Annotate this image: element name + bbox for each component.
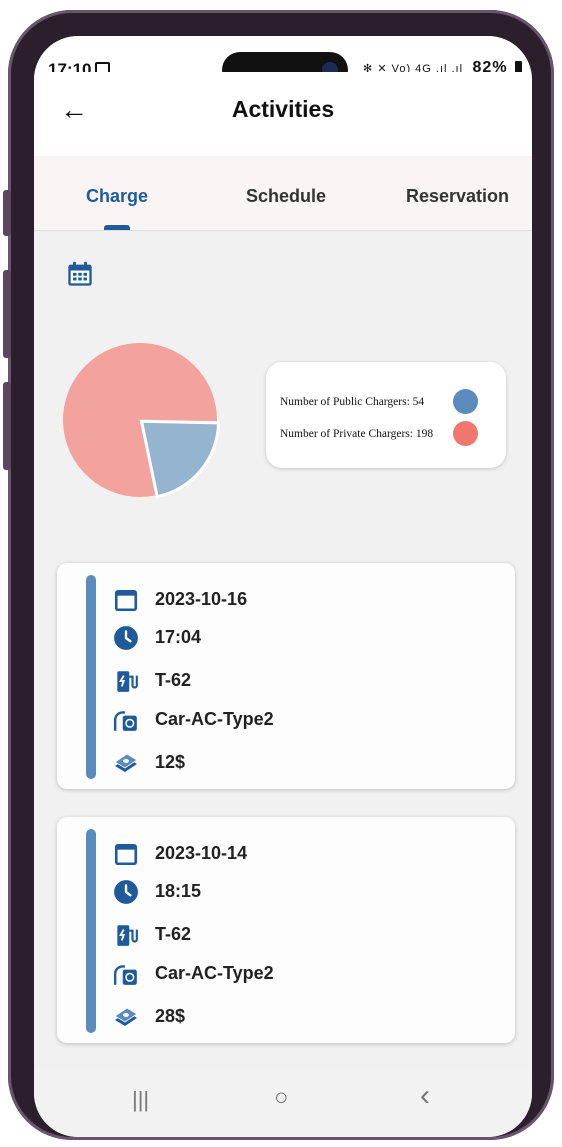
session-date: 2023-10-16 [155, 589, 248, 609]
session-cost: 28$ [155, 1006, 186, 1026]
page-title: Activities [231, 96, 335, 122]
session-date: 2023-10-14 [155, 843, 248, 863]
side-button [3, 190, 11, 236]
session-charger-row: T-62 [113, 922, 493, 950]
session-connector: Car-AC-Type2 [155, 709, 274, 729]
tab-charge[interactable]: Charge [86, 186, 148, 207]
clock-icon [114, 880, 138, 904]
tab-schedule[interactable]: Schedule [246, 186, 326, 207]
calendar-icon [114, 590, 138, 612]
tab-bar: Charge Schedule Reservation [34, 156, 532, 231]
session-cost-row: 12$ [113, 750, 493, 778]
session-connector-row: Car-AC-Type2 [113, 961, 493, 989]
card-accent-bar [86, 575, 96, 779]
tab-indicator [104, 225, 130, 230]
session-cost-row: 28$ [113, 1004, 493, 1032]
side-button [3, 270, 11, 358]
status-bar: 17:10 ✻ ✕ Vo) 4G .ıl .ıl 82% [34, 36, 532, 88]
session-charger-id: T-62 [155, 924, 192, 944]
session-card[interactable]: 2023-10-14 18:15 T-62 Car-AC-Type2 28$ [57, 817, 515, 1043]
session-date-row: 2023-10-14 [113, 841, 493, 869]
session-connector-row: Car-AC-Type2 [113, 707, 493, 735]
legend-public-dot [453, 389, 478, 414]
home-button[interactable]: ○ [274, 1084, 289, 1112]
screen: 17:10 ✻ ✕ Vo) 4G .ıl .ıl 82% ← Activitie… [34, 36, 532, 1137]
card-accent-bar [86, 829, 96, 1033]
chart-legend: Number of Public Chargers: 54 Number of … [266, 362, 506, 468]
ev-plug-icon [113, 965, 137, 985]
legend-public-label: Number of Public Chargers: 54 [280, 396, 425, 408]
ev-plug-icon [113, 711, 137, 731]
session-charger-row: T-62 [113, 668, 493, 696]
recent-apps-button[interactable]: ||| [132, 1087, 149, 1113]
calendar-icon [114, 844, 138, 866]
charger-pie-chart [63, 343, 220, 499]
charging-station-icon [117, 925, 138, 946]
system-nav-bar: ||| ○ ‹ [34, 1069, 532, 1137]
session-charger-id: T-62 [155, 670, 192, 690]
charging-station-icon [117, 671, 138, 692]
legend-private-label: Number of Private Chargers: 198 [280, 428, 434, 440]
session-card[interactable]: 2023-10-16 17:04 T-62 Car-AC-Type2 12$ [57, 563, 515, 789]
calendar-icon[interactable] [66, 260, 94, 288]
session-cost: 12$ [155, 752, 186, 772]
session-time: 18:15 [155, 881, 202, 901]
clock-icon [114, 626, 138, 650]
session-connector: Car-AC-Type2 [155, 963, 274, 983]
session-time: 17:04 [155, 627, 202, 647]
tab-reservation[interactable]: Reservation [406, 186, 509, 207]
legend-private-dot [453, 421, 478, 446]
session-time-row: 17:04 [113, 625, 493, 653]
side-button [3, 382, 11, 470]
session-date-row: 2023-10-16 [113, 587, 493, 615]
money-icon [114, 1007, 138, 1026]
money-icon [114, 753, 138, 772]
session-time-row: 18:15 [113, 879, 493, 907]
nav-back-button[interactable]: ‹ [420, 1079, 430, 1113]
